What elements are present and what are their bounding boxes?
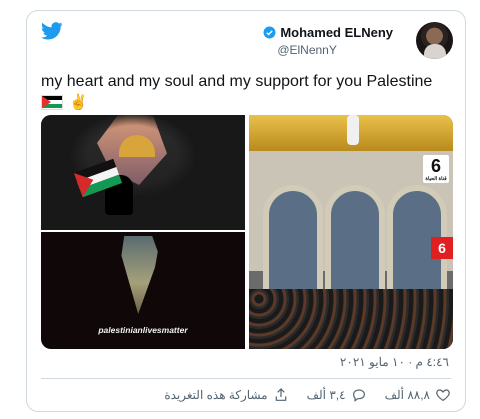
arch-left — [263, 185, 323, 305]
like-count: ٨٨,٨ ألف — [384, 388, 430, 402]
tweet-emoji-line: ✌ — [41, 93, 88, 111]
red-channel-badge: 6 — [431, 237, 453, 259]
reply-count: ٣,٤ ألف — [306, 388, 346, 402]
person-on-roof — [347, 115, 359, 145]
author-name[interactable]: Mohamed ELNeny — [280, 25, 393, 40]
share-button[interactable]: مشاركة هذه التغريدة — [164, 387, 288, 403]
reply-icon — [352, 389, 365, 402]
like-button[interactable]: ٨٨,٨ ألف — [385, 387, 451, 403]
author-handle[interactable]: @ElNennY — [277, 43, 393, 57]
media-image-map[interactable]: palestinianlivesmatter — [41, 232, 245, 349]
media-image-mosque[interactable]: 6 قناة الحياة 6 — [249, 115, 453, 349]
tweet-text: my heart and my soul and my support for … — [41, 73, 433, 90]
action-bar: ٨٨,٨ ألف ٣,٤ ألف مشاركة هذه التغريدة — [41, 387, 451, 403]
share-icon — [275, 388, 286, 401]
heart-icon — [436, 389, 450, 402]
avatar[interactable] — [416, 22, 453, 59]
divider — [41, 378, 451, 379]
media-image-dome[interactable] — [41, 115, 245, 230]
reply-button[interactable]: ٣,٤ ألف — [307, 387, 367, 403]
crowd — [249, 289, 453, 349]
cave-shadow — [41, 115, 245, 230]
media-grid[interactable]: 6 قناة الحياة 6 palestinianlivesmatter — [41, 115, 453, 349]
channel-logo: 6 قناة الحياة — [423, 155, 449, 183]
victory-hand-emoji: ✌ — [69, 94, 88, 111]
palestine-flag-icon — [41, 94, 63, 110]
verified-badge-icon — [263, 26, 276, 39]
twitter-bird-icon[interactable] — [41, 22, 63, 40]
tweet-embed-card[interactable]: Mohamed ELNeny @ElNennY my heart and my … — [26, 10, 466, 412]
share-label: مشاركة هذه التغريدة — [164, 388, 268, 402]
arch-middle — [325, 185, 385, 305]
tweet-timestamp[interactable]: ٤:٤٦ م · ١٠ مايو ٢٠٢١ — [340, 355, 449, 369]
palestine-map-shape — [121, 236, 158, 314]
media-caption: palestinianlivesmatter — [98, 325, 188, 335]
author-block[interactable]: Mohamed ELNeny @ElNennY — [263, 25, 393, 57]
